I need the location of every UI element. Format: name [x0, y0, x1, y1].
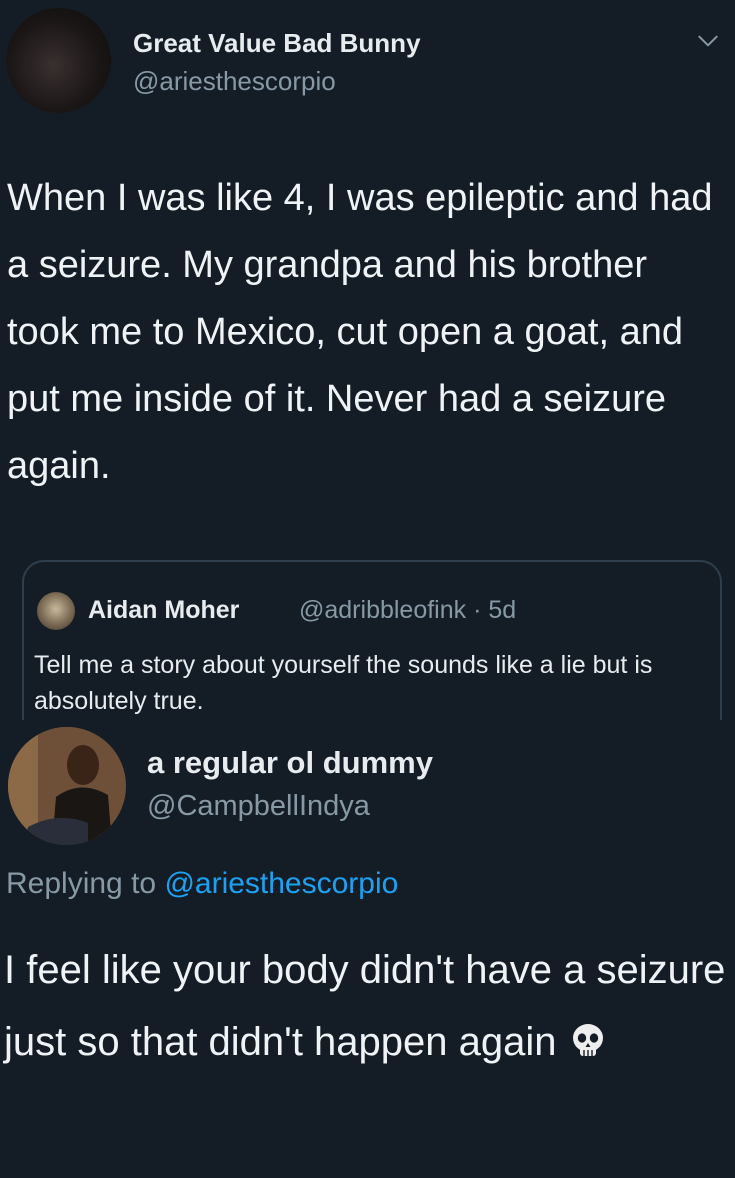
avatar-photo [8, 727, 126, 845]
author-handle[interactable]: @ariesthescorpio [133, 66, 336, 97]
avatar[interactable] [6, 8, 111, 113]
tweet-header: Great Value Bad Bunny @ariesthescorpio [0, 0, 735, 120]
reply-text-content: I feel like your body didn't have a seiz… [4, 948, 726, 1064]
quoted-tweet-card[interactable]: Aidan Moher @adribbleofink · 5d Tell me … [22, 560, 722, 720]
reply-text: I feel like your body didn't have a seiz… [4, 934, 734, 1078]
reply-author-name[interactable]: a regular ol dummy [147, 745, 433, 781]
author-name[interactable]: Great Value Bad Bunny [133, 28, 421, 59]
quoted-author-name: Aidan Moher [88, 596, 240, 624]
quoted-author-meta: @adribbleofink · 5d [299, 596, 517, 624]
quoted-avatar [37, 592, 75, 630]
replying-mention-link[interactable]: @ariesthescorpio [164, 867, 398, 900]
replying-label: Replying to [6, 867, 157, 900]
skull-icon [572, 1024, 603, 1056]
reply-avatar[interactable] [8, 727, 126, 845]
tweet-text: When I was like 4, I was epileptic and h… [7, 177, 713, 487]
chevron-down-icon[interactable] [695, 28, 721, 54]
replying-to: Replying to @ariesthescorpio [6, 867, 398, 901]
quoted-tweet-text: Tell me a story about yourself the sound… [34, 651, 653, 715]
reply-author-handle[interactable]: @CampbellIndya [147, 790, 370, 823]
